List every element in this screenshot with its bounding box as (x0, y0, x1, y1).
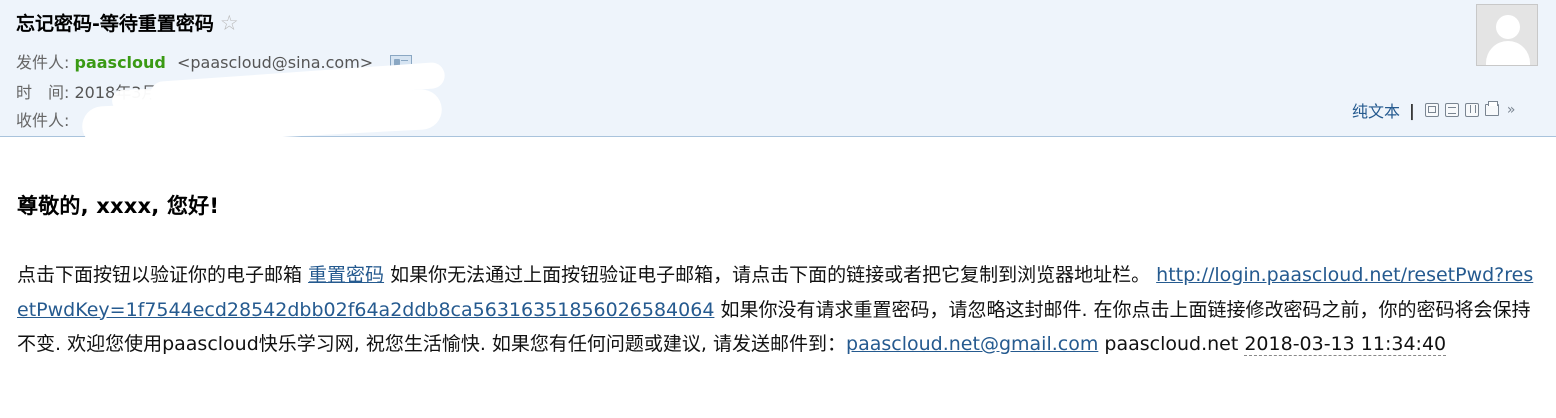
subject-text: 忘记密码-等待重置密码 (16, 13, 214, 35)
sender-avatar[interactable] (1476, 4, 1538, 66)
intro-text: 点击下面按钮以验证你的电子邮箱 (17, 264, 309, 286)
star-icon[interactable]: ☆ (220, 11, 239, 35)
email-header: 忘记密码-等待重置密码 ☆ 发件人: paascloud <paascloud@… (0, 0, 1556, 148)
body-paragraph: 点击下面按钮以验证你的电子邮箱 重置密码 如果你无法通过上面按钮验证电子邮箱，请… (17, 258, 1537, 362)
save-icon[interactable] (1464, 103, 1479, 117)
email-subject: 忘记密码-等待重置密码 ☆ (16, 9, 239, 36)
recipient-row: 收件人: (16, 107, 69, 131)
reset-password-link[interactable]: 重置密码 (308, 264, 384, 286)
email-toolbar: 纯文本 | » (1352, 98, 1515, 122)
support-email-link[interactable]: paascloud.net@gmail.com (846, 333, 1098, 355)
new-window-icon[interactable] (1424, 103, 1439, 117)
plain-text-button[interactable]: 纯文本 (1352, 98, 1400, 122)
print-icon[interactable] (1484, 101, 1499, 116)
fallback-text: 如果你无法通过上面按钮验证电子邮箱，请点击下面的链接或者把它复制到浏览器地址栏。 (384, 264, 1157, 286)
avatar-body (1486, 41, 1530, 65)
greeting: 尊敬的, xxxx, 您好! (17, 194, 220, 218)
time-label: 时 间: (16, 83, 70, 102)
sender-label: 发件人: (16, 53, 70, 72)
recipient-label: 收件人: (16, 111, 70, 130)
signature-site: paascloud.net (1098, 333, 1245, 355)
avatar-head (1496, 15, 1520, 39)
more-chevron-icon[interactable]: » (1507, 102, 1516, 118)
view-source-icon[interactable] (1444, 103, 1459, 117)
signature-date: 2018-03-13 11:34:40 (1244, 333, 1447, 356)
sender-name[interactable]: paascloud (75, 53, 166, 72)
email-body: 尊敬的, xxxx, 您好! 点击下面按钮以验证你的电子邮箱 重置密码 如果你无… (17, 190, 1537, 362)
toolbar-separator: | (1409, 100, 1415, 120)
